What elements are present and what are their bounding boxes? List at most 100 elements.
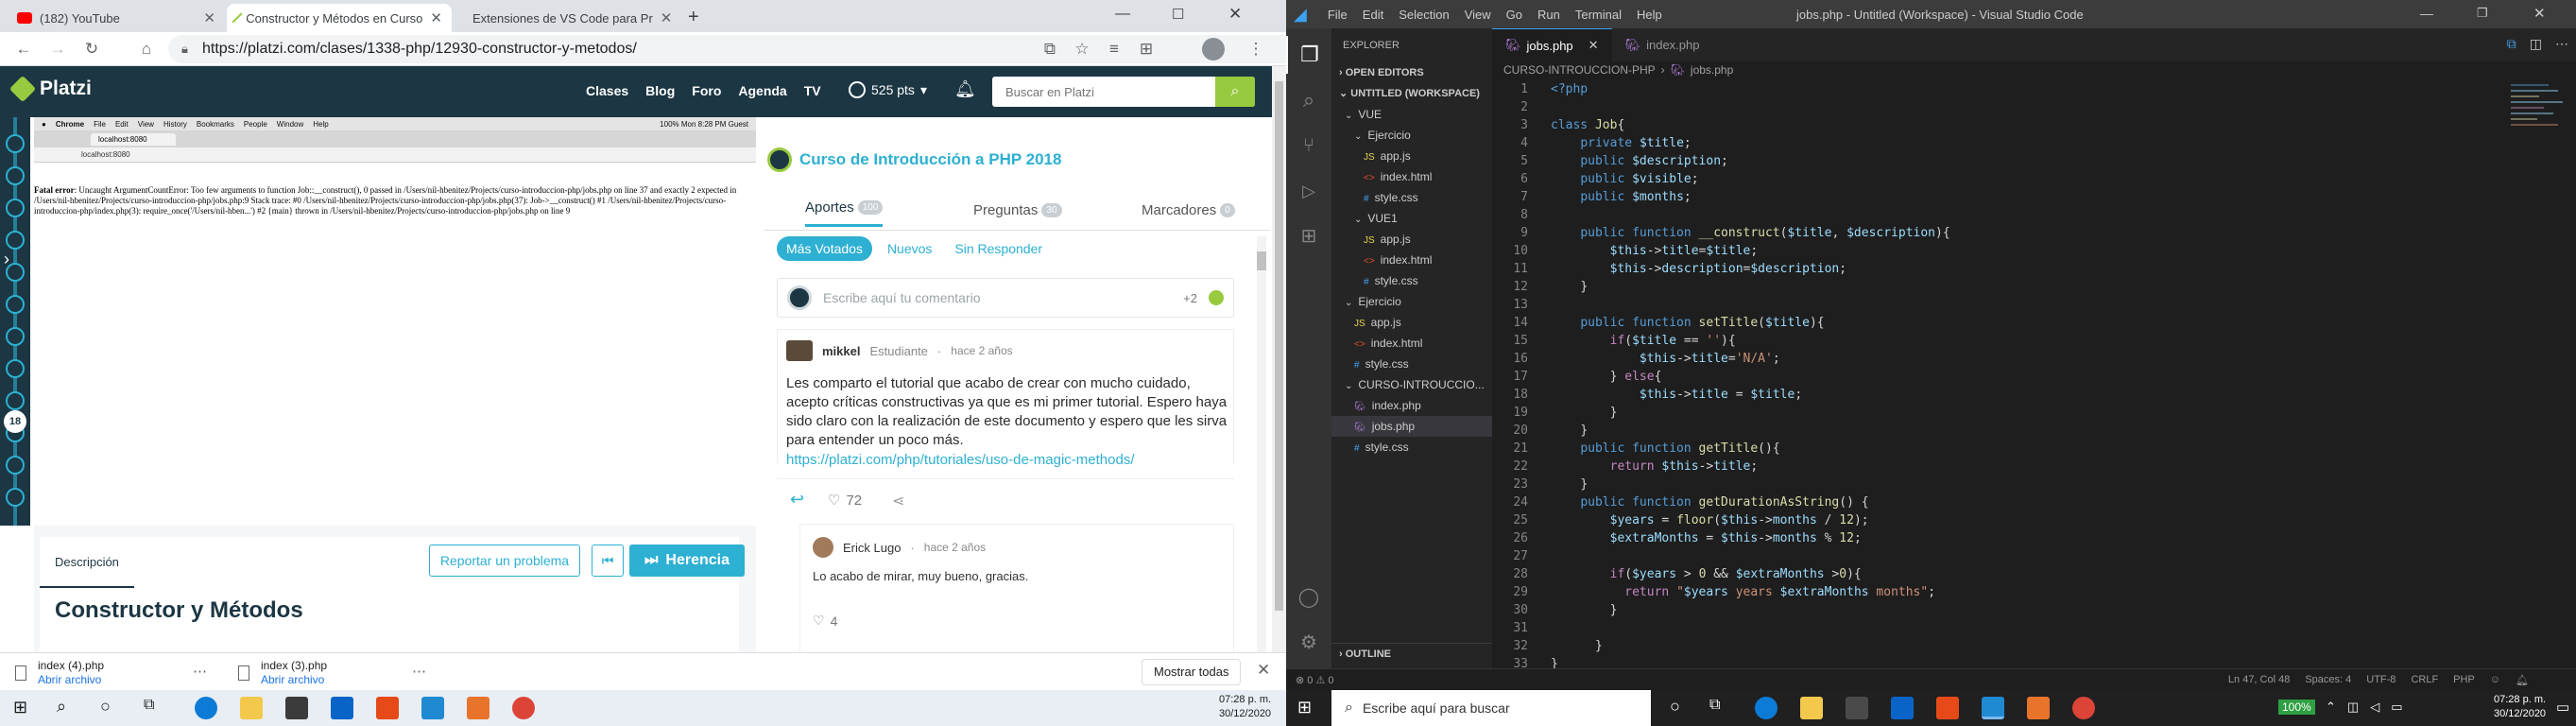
code-line[interactable]: 22 return $this->title; bbox=[1492, 458, 1950, 475]
file-explorer-icon[interactable] bbox=[1800, 697, 1823, 719]
vscode-icon[interactable] bbox=[421, 697, 444, 719]
reading-list-icon[interactable]: ≡ bbox=[1104, 39, 1125, 60]
timeline-dot[interactable] bbox=[6, 391, 25, 410]
tree-item[interactable]: JS app.js bbox=[1331, 146, 1492, 166]
timeline-dot[interactable] bbox=[6, 456, 25, 475]
code-editor[interactable]: CURSO-INTROUCCION-PHP › 🐘︎ jobs.php 1 <?p… bbox=[1492, 61, 2576, 671]
code-line[interactable]: 26 $extraMonths = $this->months % 12; bbox=[1492, 529, 1950, 547]
encoding[interactable]: UTF-8 bbox=[2366, 674, 2396, 685]
task-view-icon[interactable]: ⧉ bbox=[1709, 697, 1720, 714]
close-downloads-icon[interactable]: ✕ bbox=[1257, 661, 1270, 680]
close-window-icon[interactable]: ✕ bbox=[1228, 5, 1242, 24]
code-line[interactable]: 17 } else{ bbox=[1492, 368, 1950, 386]
cursor-position[interactable]: Ln 47, Col 48 bbox=[2228, 674, 2290, 685]
new-tab-icon[interactable]: + bbox=[688, 7, 699, 28]
indentation[interactable]: Spaces: 4 bbox=[2305, 674, 2351, 685]
menu-run[interactable]: Run bbox=[1537, 8, 1560, 22]
code-line[interactable]: 21 public function getTitle(){ bbox=[1492, 440, 1950, 458]
open-editors-section[interactable]: › OPEN EDITORS bbox=[1331, 62, 1492, 83]
timeline-dot[interactable] bbox=[6, 166, 25, 185]
language-mode[interactable]: PHP bbox=[2453, 674, 2475, 685]
translate-icon[interactable]: ⧉ bbox=[1039, 39, 1060, 60]
network-icon[interactable]: ◫ bbox=[2347, 700, 2359, 715]
maximize-icon[interactable]: ☐ bbox=[1172, 6, 1184, 23]
tab-aportes[interactable]: Aportes 100 bbox=[805, 193, 884, 227]
code-line[interactable]: 2 bbox=[1492, 98, 1950, 116]
compare-icon[interactable]: ⧉ bbox=[2507, 36, 2516, 52]
explorer-icon[interactable]: ❐ bbox=[1286, 36, 1331, 74]
heart-icon[interactable]: ♡ bbox=[828, 492, 840, 509]
course-title[interactable]: Curso de Introducción a PHP 2018 bbox=[799, 150, 1061, 169]
file-explorer-icon[interactable] bbox=[240, 697, 263, 719]
minimize-icon[interactable]: — bbox=[1115, 6, 1130, 23]
source-control-icon[interactable]: ⑂ bbox=[1286, 127, 1331, 164]
filter-sin-responder[interactable]: Sin Responder bbox=[947, 236, 1050, 261]
tree-item[interactable]: # style.css bbox=[1331, 354, 1492, 374]
edge-icon[interactable] bbox=[195, 697, 217, 719]
close-tab-icon[interactable]: ✕ bbox=[661, 9, 673, 26]
code-line[interactable]: 32 } bbox=[1492, 637, 1950, 655]
problems-indicator[interactable]: ⊗ 0 ⚠ 0 bbox=[1296, 674, 1333, 686]
browser-tab-youtube[interactable]: (182) YouTube ✕ bbox=[8, 4, 225, 32]
outline-section[interactable]: › OUTLINE bbox=[1331, 643, 1492, 664]
tree-item[interactable]: # style.css bbox=[1331, 187, 1492, 208]
page-scrollbar[interactable] bbox=[1272, 66, 1286, 652]
feedback-icon[interactable]: ☺ bbox=[2490, 674, 2500, 685]
store-icon[interactable] bbox=[1846, 697, 1868, 719]
nav-blog[interactable]: Blog bbox=[645, 83, 675, 98]
tab-preguntas[interactable]: Preguntas 30 bbox=[973, 193, 1062, 227]
search-input[interactable] bbox=[992, 77, 1215, 107]
tree-item[interactable]: <> index.html bbox=[1331, 250, 1492, 270]
menu-selection[interactable]: Selection bbox=[1399, 8, 1449, 22]
office-icon[interactable] bbox=[376, 697, 399, 719]
code-line[interactable]: 5 public $description; bbox=[1492, 152, 1950, 170]
code-line[interactable]: 27 bbox=[1492, 547, 1950, 565]
download-item[interactable]: index (3).php Abrir archivo bbox=[238, 659, 327, 687]
tree-item[interactable]: ⌄ Ejercicio bbox=[1331, 125, 1492, 146]
browser-tab-platzi[interactable]: Constructor y Métodos en Curso ✕ bbox=[227, 4, 452, 32]
nav-foro[interactable]: Foro bbox=[692, 83, 721, 98]
timeline-dot[interactable] bbox=[6, 199, 25, 217]
menu-view[interactable]: View bbox=[1465, 8, 1491, 22]
timeline-dot[interactable] bbox=[6, 295, 25, 314]
comment-link[interactable]: https://platzi.com/php/tutoriales/uso-de… bbox=[786, 452, 1135, 468]
line-ending[interactable]: CRLF bbox=[2411, 674, 2438, 685]
search-icon[interactable]: ⌕ bbox=[57, 697, 66, 717]
home-icon[interactable]: ⌂ bbox=[136, 39, 157, 60]
tree-item[interactable]: 🐘︎ jobs.php bbox=[1331, 416, 1492, 437]
notification-center-icon[interactable]: ▭ bbox=[2556, 699, 2569, 716]
timeline-dot[interactable] bbox=[6, 359, 25, 378]
points-badge[interactable]: 525 pts ▾ bbox=[849, 81, 927, 98]
timeline-dot[interactable] bbox=[6, 231, 25, 250]
office-icon[interactable] bbox=[1936, 697, 1959, 719]
tree-item[interactable]: # style.css bbox=[1331, 437, 1492, 458]
code-line[interactable]: 10 $this->title=$title; bbox=[1492, 242, 1950, 260]
code-line[interactable]: 3 class Job{ bbox=[1492, 116, 1950, 134]
code-line[interactable]: 30 } bbox=[1492, 601, 1950, 619]
tab-descripcion[interactable]: Descripción bbox=[40, 537, 134, 588]
forward-icon[interactable]: → bbox=[47, 39, 68, 60]
tree-item[interactable]: ⌄ VUE bbox=[1331, 104, 1492, 125]
code-line[interactable]: 6 public $visible; bbox=[1492, 170, 1950, 188]
timeline-dot[interactable] bbox=[6, 488, 25, 507]
search-button[interactable]: ⌕ bbox=[1215, 77, 1255, 107]
volume-icon[interactable]: ◁ bbox=[2370, 700, 2379, 715]
heart-icon[interactable]: ♡ bbox=[813, 613, 825, 629]
show-all-downloads-button[interactable]: Mostrar todas bbox=[1142, 659, 1242, 685]
code-line[interactable]: 15 if($title == ''){ bbox=[1492, 332, 1950, 350]
timeline-dot[interactable] bbox=[6, 134, 25, 153]
code-line[interactable]: 1 <?php bbox=[1492, 80, 1950, 98]
minimap[interactable] bbox=[2511, 80, 2567, 213]
code-line[interactable]: 11 $this->description=$description; bbox=[1492, 260, 1950, 278]
tree-item[interactable]: JS app.js bbox=[1331, 312, 1492, 333]
cortana-icon[interactable]: ○ bbox=[100, 697, 111, 717]
code-line[interactable]: 23 } bbox=[1492, 475, 1950, 493]
clock[interactable]: 07:28 p. m. 30/12/2020 bbox=[2494, 693, 2546, 721]
code-line[interactable]: 31 bbox=[1492, 619, 1950, 637]
tree-item[interactable]: JS app.js bbox=[1331, 229, 1492, 250]
filter-mas-votados[interactable]: Más Votados bbox=[777, 236, 872, 261]
code-line[interactable]: 14 public function setTitle($title){ bbox=[1492, 314, 1950, 332]
xampp-icon[interactable] bbox=[467, 697, 489, 719]
search-icon[interactable]: ⌕ bbox=[1286, 81, 1331, 119]
extensions-icon[interactable]: ⊞ bbox=[1286, 217, 1331, 255]
